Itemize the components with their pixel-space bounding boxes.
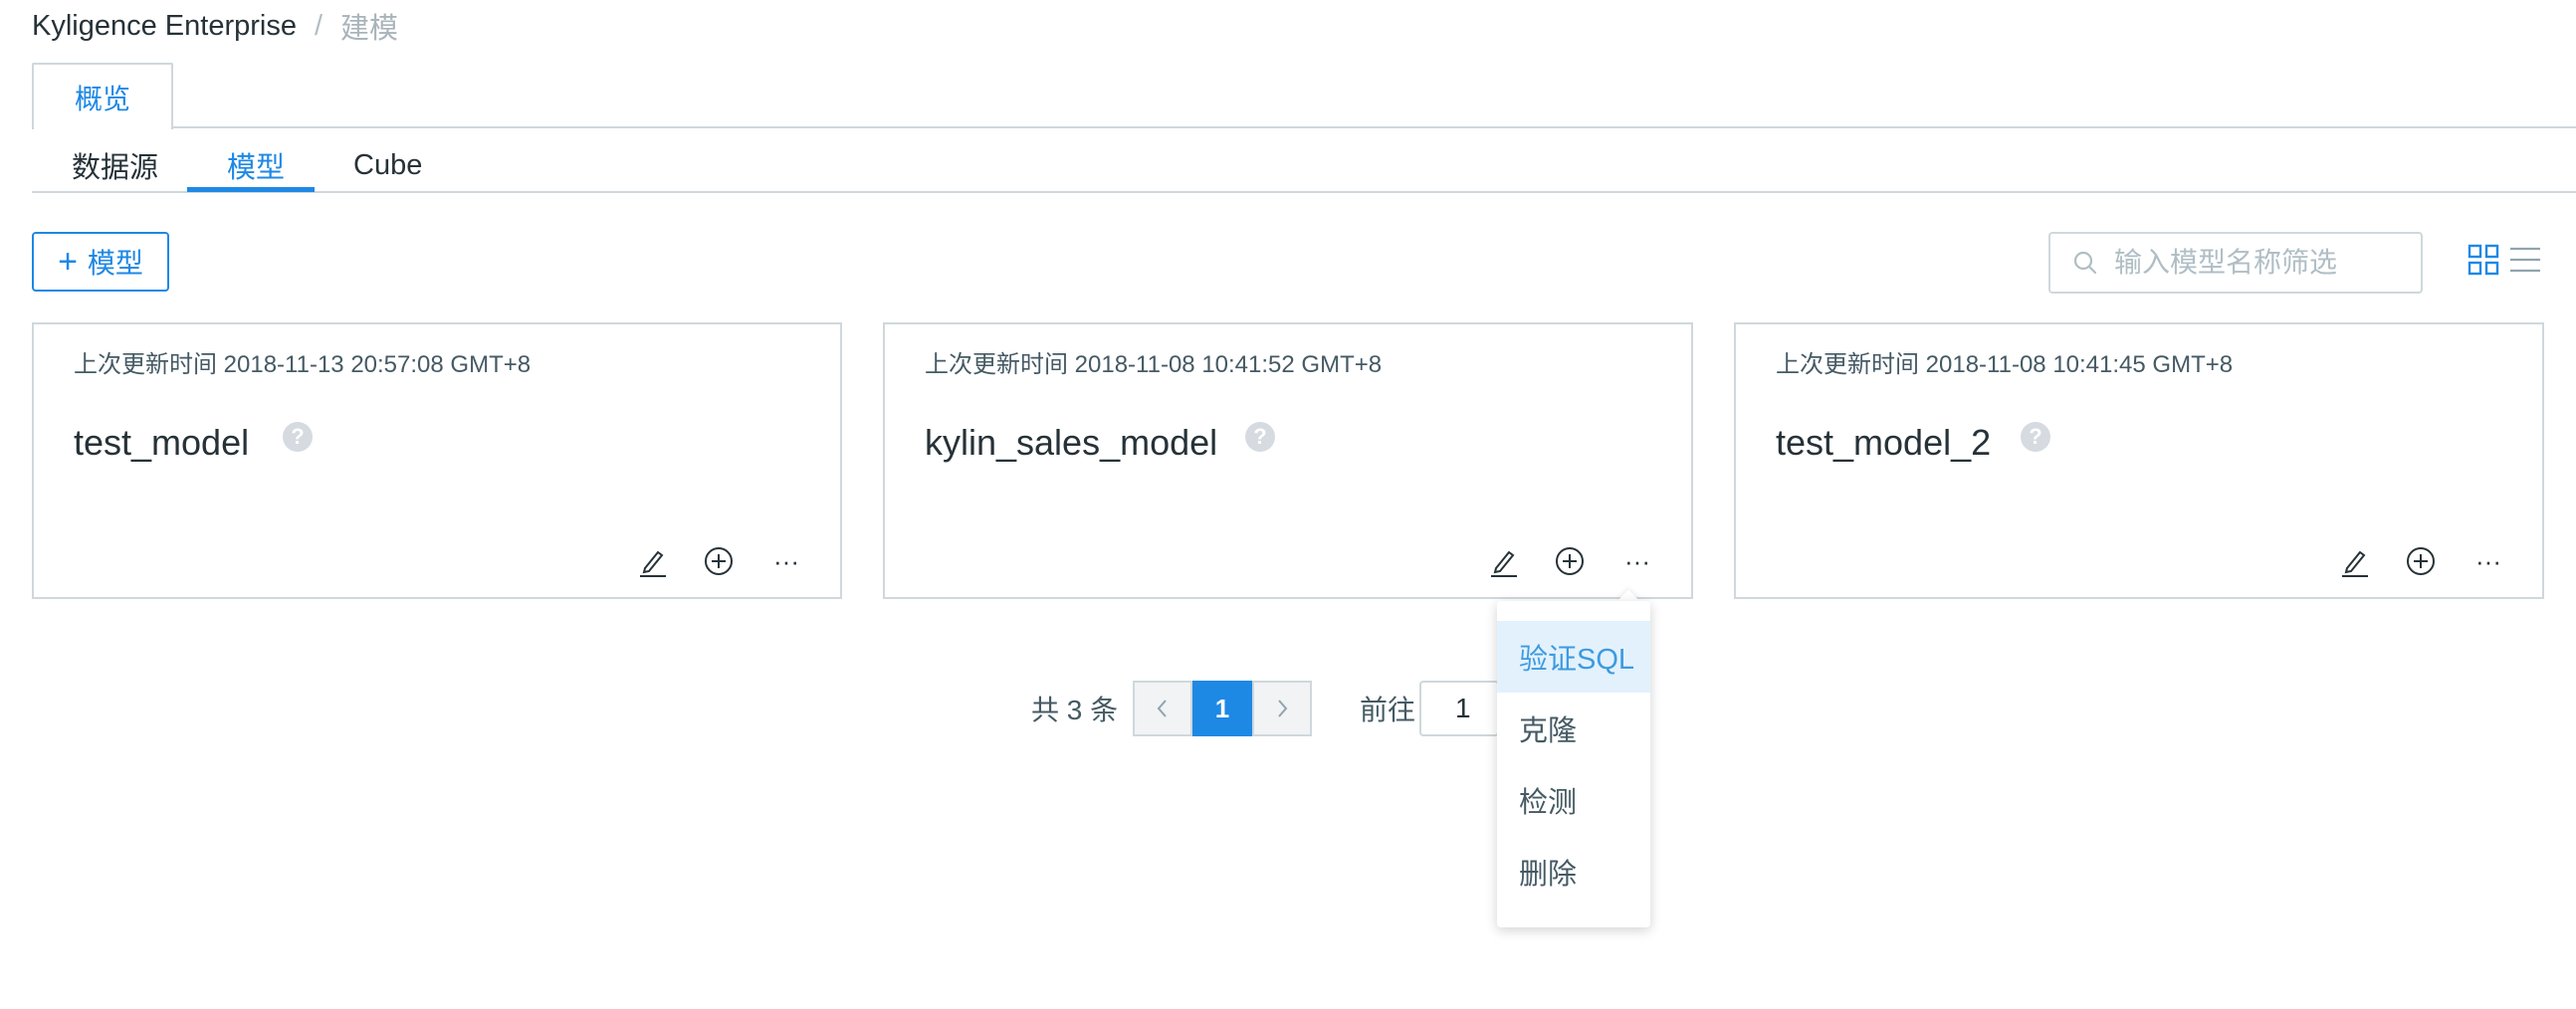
card-update-time: 上次更新时间 2018-11-08 10:41:45 GMT+8: [1776, 351, 2234, 378]
subtab-cube[interactable]: Cube: [353, 139, 422, 191]
plus-icon: +: [58, 243, 78, 281]
card-update-time: 上次更新时间 2018-11-13 20:57:08 GMT+8: [74, 351, 532, 378]
goto-page-input[interactable]: 1: [1419, 681, 1499, 736]
menu-item-clone[interactable]: 克隆: [1497, 693, 1650, 764]
more-actions-menu: 验证SQL 克隆 检测 删除: [1497, 601, 1650, 927]
help-icon[interactable]: ?: [1245, 422, 1275, 452]
add-model-button[interactable]: + 模型: [32, 232, 169, 292]
breadcrumb: Kyligence Enterprise / 建模: [32, 6, 398, 46]
list-view-icon[interactable]: [2508, 243, 2542, 277]
page-number[interactable]: 1: [1192, 681, 1252, 736]
subtab-active-indicator: [187, 187, 315, 192]
next-page-button[interactable]: [1252, 681, 1312, 736]
add-circle-icon[interactable]: [699, 541, 739, 581]
breadcrumb-separator: /: [314, 9, 323, 42]
menu-item-delete[interactable]: 删除: [1497, 836, 1650, 908]
menu-item-check[interactable]: 检测: [1497, 764, 1650, 836]
page-tabs-divider: [32, 126, 2576, 128]
help-icon[interactable]: ?: [283, 422, 313, 452]
more-icon[interactable]: ···: [766, 541, 806, 581]
breadcrumb-current: 建模: [340, 13, 399, 45]
search-icon: [2073, 251, 2097, 275]
card-model-name[interactable]: test_model_2: [1776, 422, 1991, 464]
subtab-model[interactable]: 模型: [227, 139, 285, 191]
model-card[interactable]: 上次更新时间 2018-11-13 20:57:08 GMT+8 test_mo…: [32, 322, 842, 599]
subtab-datasource[interactable]: 数据源: [72, 139, 158, 191]
more-icon[interactable]: ···: [1617, 541, 1657, 581]
breadcrumb-root[interactable]: Kyligence Enterprise: [32, 10, 297, 43]
card-model-name[interactable]: kylin_sales_model: [925, 422, 1217, 464]
search-input[interactable]: [2112, 246, 2395, 280]
menu-item-validate-sql[interactable]: 验证SQL: [1497, 621, 1650, 693]
add-circle-icon[interactable]: [2401, 541, 2441, 581]
card-model-name[interactable]: test_model: [74, 422, 249, 464]
card-update-time: 上次更新时间 2018-11-08 10:41:52 GMT+8: [925, 351, 1383, 378]
add-circle-icon[interactable]: [1550, 541, 1590, 581]
chevron-left-icon: [1157, 700, 1167, 717]
edit-icon[interactable]: [2335, 541, 2375, 581]
goto-label: 前往: [1360, 695, 1416, 725]
grid-view-icon[interactable]: [2467, 243, 2500, 277]
search-box[interactable]: [2048, 232, 2423, 294]
prev-page-button[interactable]: [1133, 681, 1192, 736]
tab-overview[interactable]: 概览: [32, 63, 173, 129]
model-card[interactable]: 上次更新时间 2018-11-08 10:41:52 GMT+8 kylin_s…: [883, 322, 1693, 599]
pagination-total: 共 3 条: [1031, 695, 1119, 725]
help-icon[interactable]: ?: [2021, 422, 2050, 452]
edit-icon[interactable]: [633, 541, 673, 581]
chevron-right-icon: [1278, 700, 1288, 717]
more-icon[interactable]: ···: [2469, 541, 2508, 581]
add-model-label: 模型: [87, 248, 143, 279]
edit-icon[interactable]: [1484, 541, 1524, 581]
pagination: 1: [1133, 681, 1312, 736]
subtabs-divider: [32, 191, 2576, 193]
model-card[interactable]: 上次更新时间 2018-11-08 10:41:45 GMT+8 test_mo…: [1734, 322, 2544, 599]
